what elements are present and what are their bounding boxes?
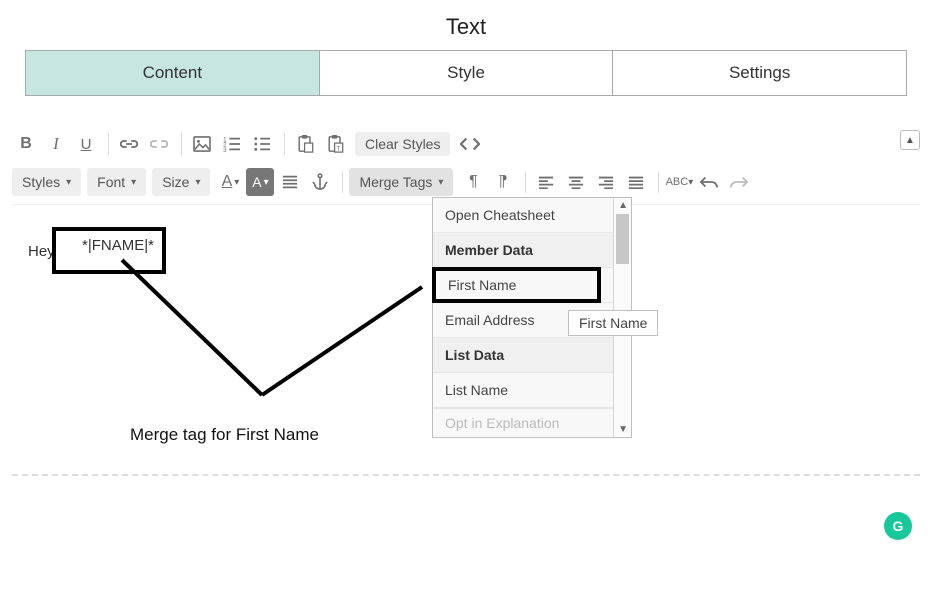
spellcheck-icon[interactable]: ABC▾	[665, 168, 693, 196]
align-justify-icon[interactable]	[622, 168, 650, 196]
separator	[284, 133, 285, 155]
tab-content[interactable]: Content	[26, 51, 320, 95]
caret-icon: ▾	[688, 177, 693, 188]
annotation-caption: Merge tag for First Name	[130, 425, 319, 445]
undo-icon[interactable]	[695, 168, 723, 196]
align-right-icon[interactable]	[592, 168, 620, 196]
line-height-icon[interactable]	[276, 168, 304, 196]
menu-first-name-label: First Name	[432, 267, 601, 303]
scroll-thumb[interactable]	[616, 214, 629, 264]
anchor-icon[interactable]	[306, 168, 334, 196]
image-icon[interactable]	[188, 130, 216, 158]
caret-icon: ▾	[195, 177, 200, 188]
menu-header-list-data: List Data	[433, 338, 631, 373]
underline-button[interactable]: U	[72, 130, 100, 158]
menu-header-member-data: Member Data	[433, 233, 631, 268]
redo-icon[interactable]	[725, 168, 753, 196]
ordered-list-icon[interactable]: 123	[218, 130, 246, 158]
separator	[181, 133, 182, 155]
caret-icon: ▾	[66, 177, 71, 188]
merge-tags-dropdown[interactable]: Merge Tags ▾	[349, 168, 453, 196]
merge-tag-highlight: *|FNAME|*	[52, 227, 166, 274]
body-text: Hey	[28, 243, 55, 260]
footer-divider	[12, 474, 920, 476]
caret-icon: ▾	[438, 177, 443, 188]
editor-canvas[interactable]: Hey *|FNAME|* Open Cheatsheet Member Dat…	[12, 204, 920, 474]
styles-label: Styles	[22, 174, 60, 190]
menu-cut-off-item[interactable]: Opt in Explanation	[433, 408, 631, 437]
font-label: Font	[97, 174, 125, 190]
tab-row: Content Style Settings	[25, 50, 907, 96]
menu-first-name[interactable]: First Name	[433, 267, 631, 303]
text-color-icon[interactable]: A▾	[216, 168, 244, 196]
svg-text:T: T	[336, 145, 340, 152]
clear-styles-button[interactable]: Clear Styles	[355, 132, 450, 156]
paste-icon[interactable]	[291, 130, 319, 158]
styles-dropdown[interactable]: Styles ▾	[12, 168, 81, 196]
caret-icon: ▾	[131, 177, 136, 188]
paste-text-icon[interactable]: T	[321, 130, 349, 158]
align-center-icon[interactable]	[562, 168, 590, 196]
page-title: Text	[0, 0, 932, 50]
editor-toolbar: B I U 123 T	[0, 126, 932, 198]
scroll-down-icon[interactable]: ▼	[618, 424, 628, 435]
separator	[525, 171, 526, 193]
italic-button[interactable]: I	[42, 130, 70, 158]
separator	[108, 133, 109, 155]
tab-style[interactable]: Style	[320, 51, 614, 95]
ltr-icon[interactable]: ¶	[459, 168, 487, 196]
svg-text:3: 3	[223, 147, 227, 152]
separator	[658, 171, 659, 193]
menu-list-name[interactable]: List Name	[433, 373, 631, 408]
size-label: Size	[162, 174, 189, 190]
rtl-icon[interactable]: ¶	[489, 168, 517, 196]
unlink-icon[interactable]	[145, 130, 173, 158]
separator	[342, 171, 343, 193]
tooltip: First Name	[568, 310, 658, 336]
grammarly-icon[interactable]: G	[884, 512, 912, 540]
bg-color-icon[interactable]: A▾	[246, 168, 274, 196]
merge-tags-label: Merge Tags	[359, 174, 432, 190]
source-code-icon[interactable]	[456, 130, 484, 158]
bold-button[interactable]: B	[12, 130, 40, 158]
collapse-toolbar-button[interactable]: ▲	[900, 130, 920, 150]
scroll-up-icon[interactable]: ▲	[618, 200, 628, 211]
tab-settings[interactable]: Settings	[613, 51, 906, 95]
align-left-icon[interactable]	[532, 168, 560, 196]
font-dropdown[interactable]: Font ▾	[87, 168, 146, 196]
caret-icon: ▾	[264, 177, 269, 188]
unordered-list-icon[interactable]	[248, 130, 276, 158]
link-icon[interactable]	[115, 130, 143, 158]
size-dropdown[interactable]: Size ▾	[152, 168, 210, 196]
caret-icon: ▾	[234, 177, 239, 188]
menu-open-cheatsheet[interactable]: Open Cheatsheet	[433, 198, 631, 233]
